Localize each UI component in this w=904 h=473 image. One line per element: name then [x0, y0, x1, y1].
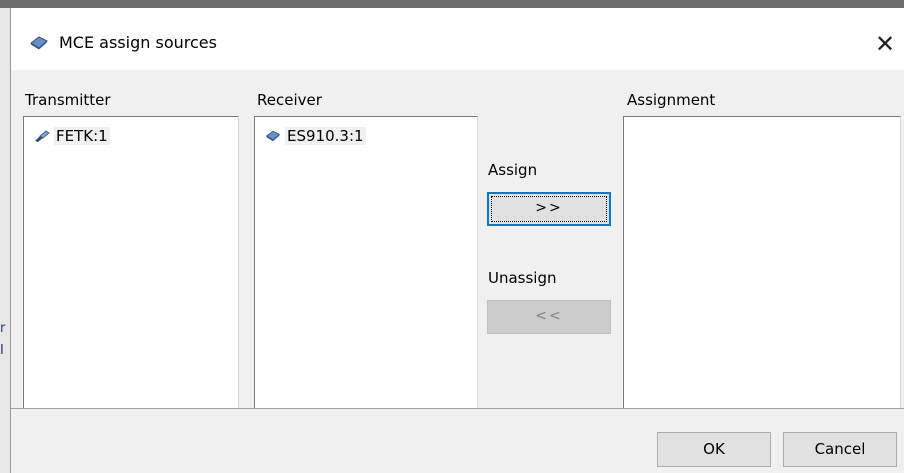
assign-label: Assign — [488, 161, 538, 179]
cancel-button[interactable]: Cancel — [783, 432, 897, 467]
list-item[interactable]: FETK:1 — [34, 127, 110, 145]
list-item-label: FETK:1 — [54, 127, 110, 145]
receiver-list[interactable]: ES910.3:1 — [254, 116, 478, 409]
background-window-fragment: I — [0, 344, 4, 358]
footer-separator — [11, 408, 904, 409]
cancel-button-label: Cancel — [814, 440, 866, 458]
background-window-edge: r I — [0, 8, 10, 473]
ok-button-label: OK — [703, 440, 725, 458]
title-bar: MCE assign sources ✕ — [11, 8, 904, 70]
background-window-fragment: r — [0, 322, 6, 336]
background-window-top — [0, 0, 904, 8]
assignment-list[interactable] — [623, 116, 901, 409]
device-module-icon — [265, 130, 281, 142]
probe-icon — [35, 130, 50, 142]
close-button[interactable]: ✕ — [871, 30, 899, 58]
unassign-label: Unassign — [488, 269, 557, 287]
transmitter-list[interactable]: FETK:1 — [23, 116, 239, 409]
receiver-label: Receiver — [257, 91, 322, 109]
list-item-label: ES910.3:1 — [285, 127, 366, 145]
device-module-icon — [30, 36, 48, 50]
close-icon: ✕ — [874, 30, 896, 58]
unassign-button-label: << — [535, 308, 563, 324]
dialog-title: MCE assign sources — [59, 33, 217, 52]
mce-assign-sources-dialog: MCE assign sources ✕ Transmitter Receive… — [10, 8, 904, 473]
unassign-button[interactable]: << — [487, 300, 611, 334]
list-item[interactable]: ES910.3:1 — [265, 127, 366, 145]
focus-ring — [491, 196, 607, 222]
assignment-label: Assignment — [627, 91, 716, 109]
ok-button[interactable]: OK — [657, 432, 771, 467]
transmitter-label: Transmitter — [25, 91, 111, 109]
assign-button[interactable]: >> — [487, 192, 611, 226]
